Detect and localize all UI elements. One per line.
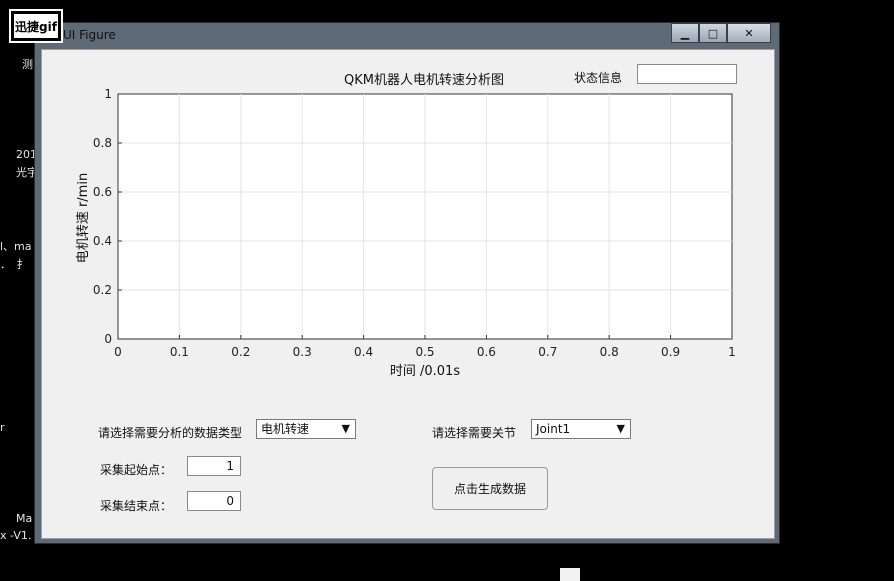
ui-figure-window: UI Figure ▁ □ ✕ 状态信息 QKM机器人电机转速分析图 0 0.1 0… (34, 22, 780, 544)
desktop-fragment: 测 (22, 58, 33, 71)
x-tick-label: 0 (114, 345, 122, 359)
joint-label: 请选择需要关节 (432, 426, 517, 440)
x-axis-label: 时间 /0.01s (390, 364, 460, 379)
generate-data-button[interactable]: 点击生成数据 (432, 467, 548, 510)
data-type-value: 电机转速 (261, 422, 310, 436)
y-tick-label: 0 (104, 332, 112, 346)
y-tick-label: 1 (104, 87, 112, 101)
x-tick-label: 0.7 (538, 345, 557, 359)
title-bar[interactable]: UI Figure ▁ □ ✕ (35, 23, 779, 47)
x-tick-label: 0.6 (477, 345, 496, 359)
joint-dropdown[interactable]: Joint1 ▼ (531, 419, 631, 439)
x-tick-label: 0.5 (415, 345, 434, 359)
desktop-fragment: r (0, 421, 5, 434)
start-point-input[interactable]: 1 (187, 456, 241, 476)
speed-chart[interactable]: QKM机器人电机转速分析图 0 0.1 0.2 0.3 0.4 0.5 0.6 0.7 0.8 0… (42, 50, 776, 390)
chart-title: QKM机器人电机转速分析图 (344, 73, 504, 88)
data-type-label: 请选择需要分析的数据类型 (98, 426, 243, 440)
x-tick-label: 0.4 (354, 345, 373, 359)
dropdown-arrow-icon: ▼ (616, 422, 625, 435)
y-tick-label: 0.8 (93, 136, 112, 150)
desktop-file-icon[interactable] (560, 568, 580, 581)
minimize-button[interactable]: ▁ (671, 23, 699, 43)
x-tick-label: 0.1 (170, 345, 189, 359)
end-point-input[interactable]: 0 (187, 491, 241, 511)
joint-value: Joint1 (536, 422, 571, 436)
x-tick-label: 1 (728, 345, 736, 359)
y-tick-label: 0.2 (93, 283, 112, 297)
x-tick-label: 0.9 (661, 345, 680, 359)
y-tick-label: 0.4 (93, 234, 112, 248)
dropdown-arrow-icon: ▼ (341, 422, 350, 435)
desktop-fragment: ． 扌 (0, 258, 28, 271)
end-point-label: 采集结束点： (100, 499, 173, 513)
x-tick-label: 0.3 (293, 345, 312, 359)
window-title: UI Figure (63, 28, 116, 42)
close-button[interactable]: ✕ (727, 23, 771, 43)
desktop-fragment: l、ma (0, 240, 32, 253)
gif-recorder-badge[interactable]: 迅捷gif (9, 9, 63, 43)
figure-client-area: 状态信息 QKM机器人电机转速分析图 0 0.1 0.2 0.3 0.4 0.5 0.6 0.… (41, 49, 775, 539)
start-point-label: 采集起始点： (100, 463, 173, 477)
x-tick-label: 0.2 (231, 345, 250, 359)
data-type-dropdown[interactable]: 电机转速 ▼ (256, 419, 356, 439)
maximize-button[interactable]: □ (699, 23, 727, 43)
desktop-fragment: x -V1. (0, 529, 32, 542)
desktop-fragment: Ma (16, 512, 33, 525)
y-axis-label: 电机转速 r/min (76, 173, 91, 263)
x-tick-label: 0.8 (600, 345, 619, 359)
y-tick-label: 0.6 (93, 185, 112, 199)
